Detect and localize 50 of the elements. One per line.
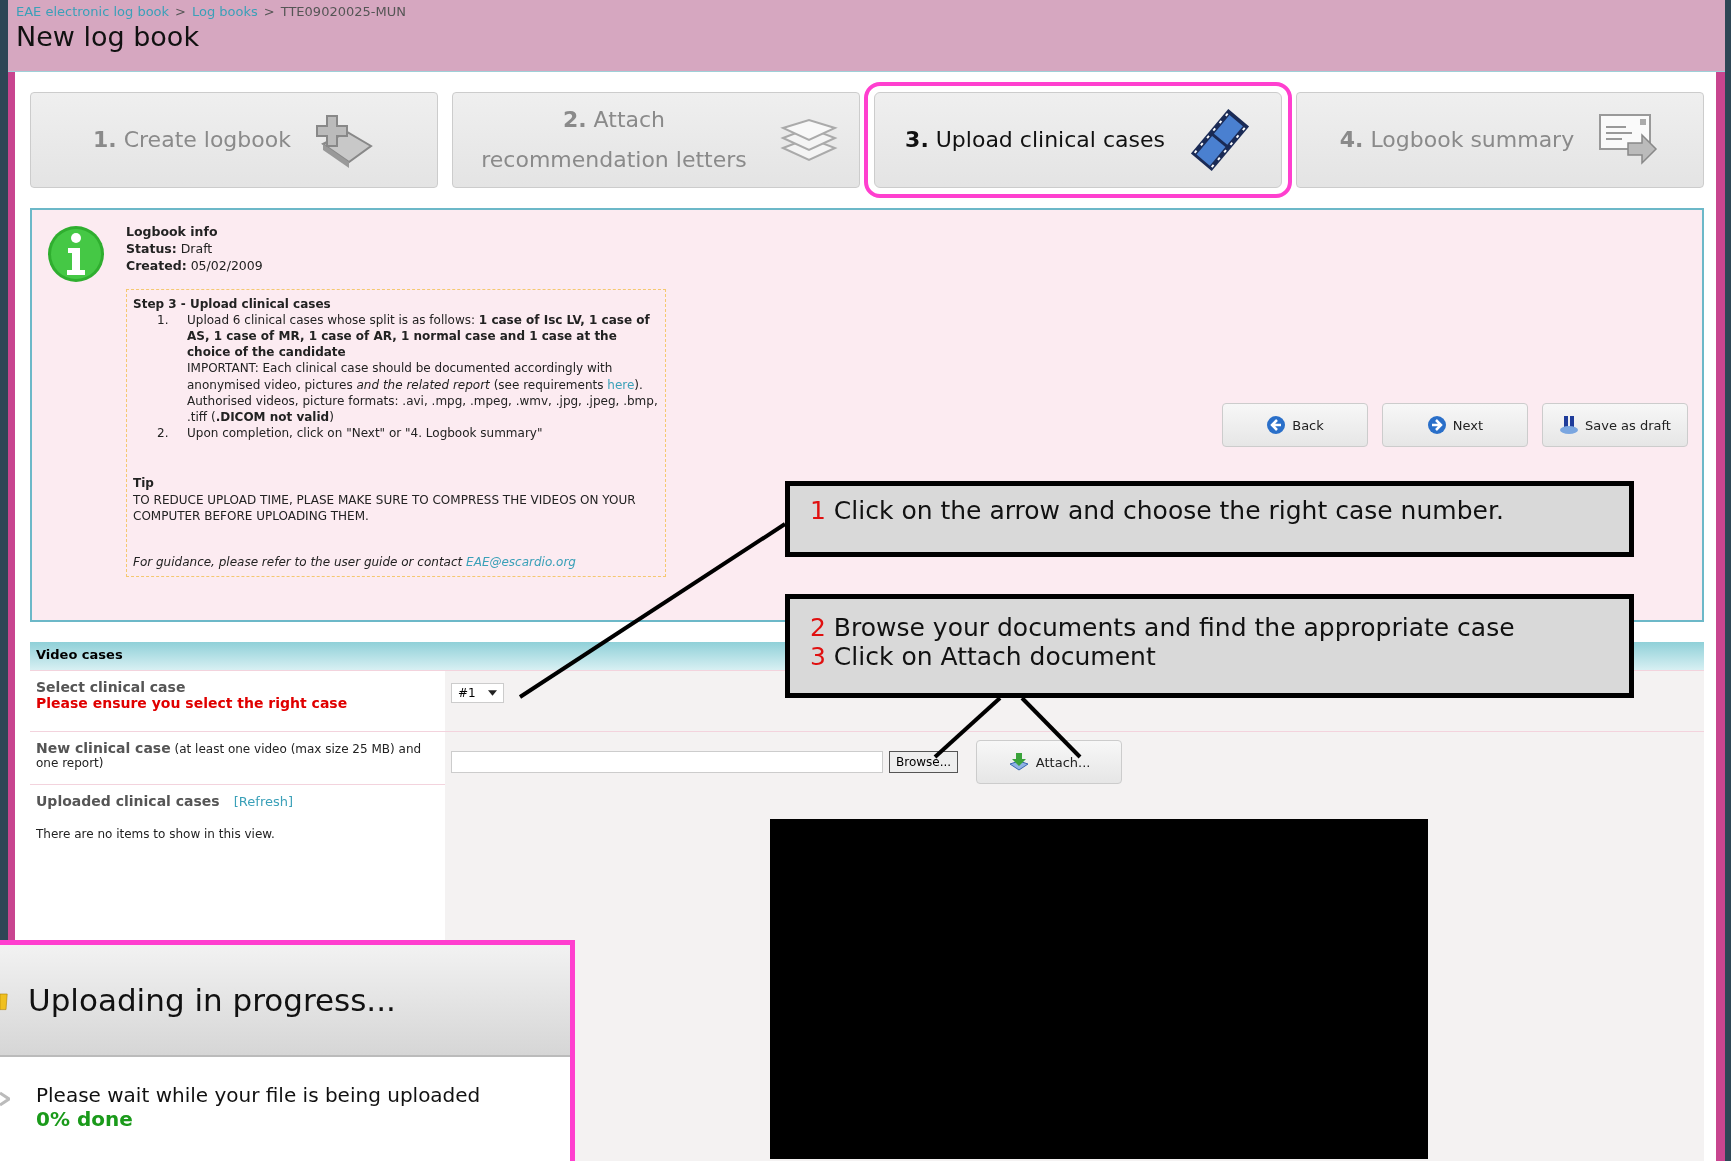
breadcrumb-current: TTE09020025-MUN <box>280 4 406 19</box>
tip-text: TO REDUCE UPLOAD TIME, PLASE MAKE SURE TO COMPRESS THE VIDEOS ON YOUR COMPUTER BEFORE UPLOADING THEM. <box>133 491 637 524</box>
step-title: Step 3 - Upload clinical cases <box>133 295 332 312</box>
status-label: Status: <box>126 240 177 256</box>
dialog-title: Uploading in progress... <box>28 982 396 1018</box>
status-value: Draft <box>180 240 213 256</box>
created-label: Created: <box>126 257 187 273</box>
action-button[interactable]: Save as draft <box>1542 403 1688 447</box>
callout-number: 3 <box>810 642 826 671</box>
dialog-message: Please wait while your file is being uploaded <box>36 1083 481 1107</box>
info-icon <box>46 224 106 284</box>
step-tab[interactable]: 2. Attach recommendation letters <box>452 92 860 188</box>
callout-text: Click on Attach document <box>833 642 1156 671</box>
field-label: Select clinical case <box>36 679 187 695</box>
important-note: IMPORTANT: Each clinical case should be documented accordingly with anonymised video, pictures and the related report (see requirements here). Authorised videos, picture formats: .avi, .mpg, .mpeg, .wmv, .jpg, .jpeg, .bmp, .tiff (.DICOM not valid) <box>187 360 659 426</box>
created-value: 05/02/2009 <box>190 257 263 273</box>
requirements-link[interactable]: here <box>607 377 635 392</box>
refresh-link[interactable]: [Refresh] <box>233 794 294 809</box>
breadcrumb-separator: > <box>263 4 275 19</box>
step-text: Upload 6 clinical cases whose split is as follows: 1 case of Isc LV, 1 case of AS, 1 case of MR, 1 case of AR, 1 normal case and 1 case at the choice of the candidate <box>187 311 651 361</box>
action-button[interactable]: Back <box>1222 403 1368 447</box>
browse-button[interactable]: Browse... <box>889 751 959 773</box>
step-tab[interactable]: 1. Create logbook <box>30 92 438 188</box>
page-title: New log book <box>16 21 201 52</box>
attach-button[interactable]: Attach... <box>976 740 1123 784</box>
callout-number: 1 <box>810 496 826 525</box>
field-label: Uploaded clinical cases <box>36 793 220 809</box>
save-icon <box>1559 415 1580 435</box>
step-number: 2. <box>157 425 170 442</box>
layers-icon <box>779 118 839 162</box>
step-tab[interactable]: 4. Logbook summary <box>1296 92 1704 188</box>
tip-title: Tip <box>133 475 155 492</box>
empty-message: There are no items to show in this view. <box>36 827 276 841</box>
file-path-field[interactable] <box>451 751 883 773</box>
step-number: 1. <box>157 311 170 329</box>
case-dropdown[interactable]: #1 <box>451 683 504 703</box>
progress-text: 0% done <box>36 1107 134 1131</box>
download-tray-icon <box>1007 752 1030 772</box>
field-label: New clinical case (at least one video (max size 25 MB) and one report) <box>36 740 423 770</box>
callout-number: 2 <box>810 613 826 642</box>
breadcrumb-separator: > <box>175 4 186 19</box>
action-button[interactable]: Next <box>1382 403 1528 447</box>
step-text: Upon completion, click on "Next" or "4. Logbook summary" <box>187 425 543 442</box>
info-heading: Logbook info <box>126 224 219 241</box>
warning-text: Please ensure you select the right case <box>36 695 349 711</box>
callout-text: Click on the arrow and choose the right case number. <box>833 496 1504 525</box>
caret-icon <box>487 690 497 696</box>
guidance-text: For guidance, please refer to the user guide or contact EAE@escardio.org <box>133 553 577 571</box>
email-link[interactable]: EAE@escardio.org <box>466 554 576 569</box>
callout-text: Browse your documents and find the appropriate case <box>833 613 1515 642</box>
